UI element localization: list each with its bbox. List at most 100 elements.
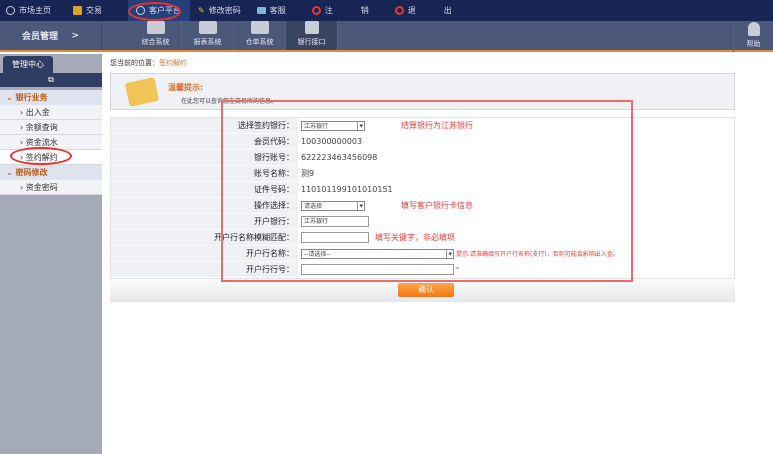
- bank-icon: [304, 21, 319, 34]
- nav-label: 交易: [86, 6, 102, 15]
- tip-text: 在此您可以查询您在交易所的信息。: [181, 98, 278, 105]
- annotation-keyword: 填写关键字，非必填项: [375, 233, 455, 242]
- trophy-icon: [73, 6, 82, 15]
- nav-logout[interactable]: 注 销: [304, 0, 387, 21]
- row-bank: 选择签约银行： 江苏银行 结算银行为江苏银行: [111, 118, 734, 134]
- folder-open-icon: [250, 21, 269, 34]
- sidebar-item-sign[interactable]: › 签约解约: [0, 150, 102, 165]
- item-label: 余额查询: [25, 123, 58, 132]
- pen-icon: ✎: [198, 6, 205, 15]
- system-bank-interface[interactable]: 银行接口: [286, 21, 338, 50]
- id-number: 110101199101010151: [298, 182, 734, 197]
- folder-icon: [198, 21, 217, 34]
- row-id: 证件号码： 110101199101010151: [111, 182, 734, 198]
- row-account: 银行账号： 622223463456098: [111, 150, 734, 166]
- field-label: 开户行名称模糊匹配：: [111, 230, 298, 245]
- system-label: 综合系统: [141, 38, 170, 46]
- field-label: 选择签约银行：: [111, 118, 298, 133]
- nav-label: 修改密码: [208, 6, 241, 15]
- item-label: 签约解约: [25, 153, 58, 162]
- system-label: 报表系统: [193, 38, 222, 46]
- field-label: 证件号码：: [111, 182, 298, 197]
- annotation-card: 填写客户银行卡信息: [401, 201, 473, 210]
- power-icon: [394, 6, 404, 15]
- field-label: 操作选择：: [111, 198, 298, 213]
- item-label: 资金密码: [25, 183, 58, 192]
- top-nav: 市场主页 交易 客户平台 ✎ 修改密码 客服 注 销 退 出: [0, 0, 773, 21]
- row-member: 会员代码： 100300000003: [111, 134, 734, 150]
- button-bar: 确认: [110, 280, 735, 302]
- required-mark: *: [456, 266, 459, 273]
- sidebar-section-password[interactable]: ⌄ 密码修改: [0, 165, 102, 180]
- sidebar-item-balance[interactable]: › 余额查询: [0, 120, 102, 135]
- row-branch-no: 开户行行号： *: [111, 262, 734, 278]
- section-label: 银行业务: [15, 93, 48, 102]
- sign-form: 选择签约银行： 江苏银行 结算银行为江苏银行 会员代码：100300000003 银…: [110, 117, 735, 279]
- row-operation: 操作选择： 请选择 填写客户银行卡信息: [111, 198, 734, 214]
- field-label: 银行账号：: [111, 150, 298, 165]
- sidebar-item-deposit-withdraw[interactable]: › 出入金: [0, 105, 102, 120]
- annotation-bank: 结算银行为江苏银行: [401, 121, 473, 130]
- select-value: 江苏银行: [304, 123, 329, 130]
- field-label: 开户行行号：: [111, 262, 298, 277]
- row-fuzzy: 开户行名称模糊匹配： 填写关键字，非必填项: [111, 230, 734, 246]
- sidebar: 管理中心 ⧉ ⌄ 银行业务 › 出入金 › 余额查询 › 资金流水 › 签约解约…: [0, 54, 102, 454]
- system-warehouse[interactable]: 仓单系统: [234, 21, 286, 50]
- row-openbank: 开户银行： 江苏银行: [111, 214, 734, 230]
- branch-select[interactable]: --请选择--: [301, 248, 454, 259]
- row-branch: 开户行名称： --请选择-- 提示:请准确填写开户行名称(支行)，否则可能会影响出入…: [111, 246, 734, 262]
- nav-label: 客户平台: [149, 6, 181, 15]
- nav-trade[interactable]: 交易: [65, 0, 110, 21]
- row-name: 账号名称： 测9: [111, 166, 734, 182]
- sidebar-tab-management[interactable]: 管理中心: [3, 56, 53, 73]
- nav-market-home[interactable]: 市场主页: [0, 0, 59, 21]
- nav-label: 注 销: [324, 6, 379, 15]
- system-label: 银行接口: [297, 38, 326, 46]
- nav-client-platform[interactable]: 客户平台: [128, 0, 190, 21]
- power-icon: [311, 6, 321, 15]
- refresh-icon[interactable]: ⧉: [0, 73, 102, 87]
- tip-title: 温馨提示:: [168, 83, 204, 92]
- system-bar: 会员管理 > 综合系统 报表系统 仓单系统 银行接口 帮助: [0, 21, 773, 52]
- globe-icon: [136, 6, 145, 15]
- system-label: 仓单系统: [245, 38, 274, 46]
- fuzzy-match-input[interactable]: [301, 232, 369, 243]
- nav-change-password[interactable]: ✎ 修改密码: [190, 0, 249, 21]
- nav-label: 客服: [269, 6, 286, 15]
- sidebar-section-bank[interactable]: ⌄ 银行业务: [0, 90, 102, 105]
- section-label: 密码修改: [15, 168, 48, 177]
- sidebar-item-fund-password[interactable]: › 资金密码: [0, 180, 102, 195]
- help-label: 帮助: [746, 40, 761, 48]
- member-title: 会员管理: [22, 32, 59, 42]
- confirm-button[interactable]: 确认: [398, 283, 454, 297]
- system-report[interactable]: 报表系统: [182, 21, 234, 50]
- nav-exit[interactable]: 退 出: [387, 0, 470, 21]
- nav-label: 退 出: [407, 6, 462, 15]
- field-label: 会员代码：: [111, 134, 298, 149]
- operation-select[interactable]: 请选择: [301, 200, 365, 211]
- breadcrumb: 您当前的位置：签约解约: [110, 58, 187, 68]
- member-code: 100300000003: [298, 134, 734, 149]
- monitor-icon: [256, 7, 266, 14]
- help-button[interactable]: 帮助: [733, 21, 773, 52]
- member-management[interactable]: 会员管理 >: [0, 21, 102, 50]
- branch-number-input[interactable]: [301, 264, 454, 275]
- item-label: 资金流水: [25, 138, 58, 147]
- system-general[interactable]: 综合系统: [130, 21, 182, 50]
- bank-select[interactable]: 江苏银行: [301, 120, 365, 131]
- globe-icon: [6, 6, 15, 15]
- field-label: 开户行名称：: [111, 246, 298, 261]
- clipboard-pen-icon: [124, 77, 160, 107]
- open-bank-input[interactable]: 江苏银行: [301, 216, 369, 227]
- chevron-right-icon: >: [71, 30, 79, 41]
- select-value: --请选择--: [304, 251, 331, 258]
- main-content: 您当前的位置：签约解约 温馨提示: 在此您可以查询您在交易所的信息。 选择签约银…: [102, 54, 773, 454]
- user-icon: [747, 22, 760, 36]
- bank-account: 622223463456098: [298, 150, 734, 165]
- breadcrumb-current[interactable]: 签约解约: [159, 59, 187, 67]
- nav-service[interactable]: 客服: [249, 0, 294, 21]
- sidebar-item-flow[interactable]: › 资金流水: [0, 135, 102, 150]
- field-label: 账号名称：: [111, 166, 298, 181]
- item-label: 出入金: [25, 108, 50, 117]
- select-value: 请选择: [304, 203, 323, 210]
